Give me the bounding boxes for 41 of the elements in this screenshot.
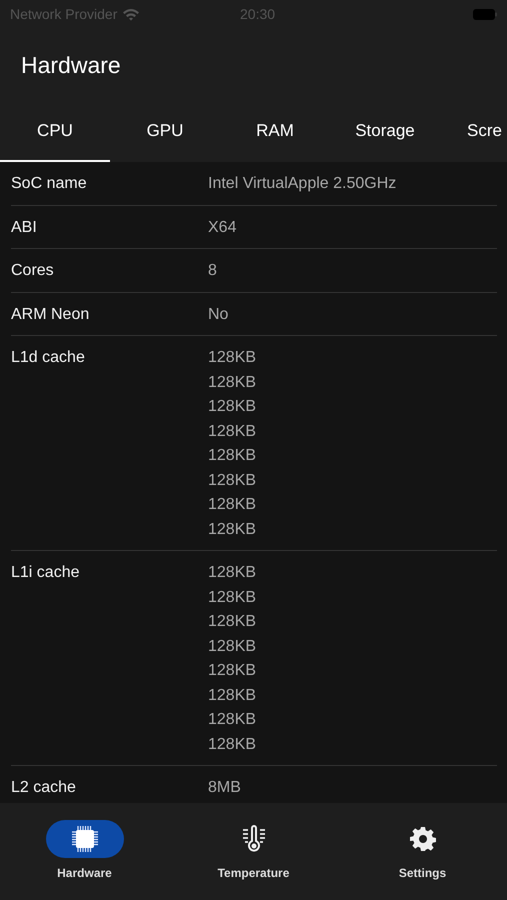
row-value: 128KB [208,661,256,681]
row-value: Intel VirtualApple 2.50GHz [208,174,396,194]
page-title: Hardware [21,52,121,78]
row-label: ABI [11,218,38,238]
row-value: 128KB [208,636,256,656]
row-value: 128KB [208,446,256,466]
battery-icon [473,8,497,20]
nav-item[interactable]: Temperature [169,803,338,900]
row-label: L2 cache [11,778,77,798]
tab[interactable]: RAM [220,102,330,162]
row-value: 128KB [208,470,256,490]
row-value: 8 [208,261,217,281]
row-value: 128KB [208,348,256,368]
chip-icon [70,824,100,854]
row-value: 128KB [208,686,256,706]
row-value: 128KB [208,563,256,583]
tab[interactable]: Scre [440,102,507,162]
row-label: SoC name [11,174,88,194]
wifi-icon [122,8,140,20]
tab[interactable]: Storage [330,102,440,162]
row-value: No [208,304,228,324]
row-value: 128KB [208,495,256,515]
row-value: 128KB [208,588,256,608]
row-value: 128KB [208,520,256,540]
thermometer-icon [240,825,266,853]
row-value: X64 [208,218,236,238]
settings-icon [410,826,436,852]
row-value: 8MB [208,778,241,798]
row-value: 128KB [208,372,256,392]
row-label: ARM Neon [11,304,90,324]
row-label: L1d cache [11,348,86,368]
row-value: 128KB [208,734,256,754]
row-value: 128KB [208,612,256,632]
nav-item[interactable]: Settings [338,803,507,900]
tab[interactable]: GPU [110,102,220,162]
row-value: 128KB [208,710,256,730]
nav-item[interactable]: Hardware [0,803,169,900]
row-label: Cores [11,261,55,281]
row-label: L1i cache [11,563,80,583]
row-value: 128KB [208,397,256,417]
row-value: 128KB [208,422,256,442]
